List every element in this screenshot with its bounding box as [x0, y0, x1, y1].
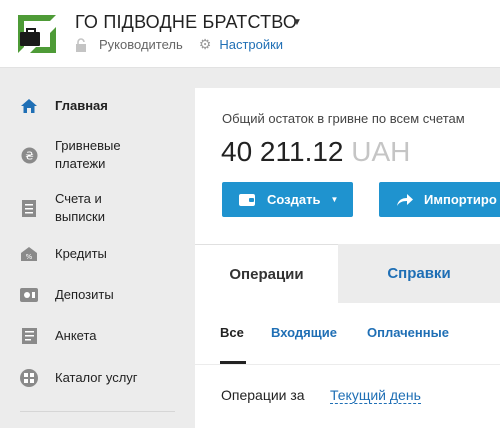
sidebar-item-label: Депозиты — [55, 287, 114, 302]
sidebar-item-label: Гривневые платежи — [55, 138, 121, 171]
gear-icon[interactable]: ⚙ — [199, 36, 212, 53]
create-button-label: Создать — [267, 192, 321, 207]
tabs-bar: Справки Операции — [195, 244, 500, 303]
period-selector[interactable]: Текущий день — [330, 387, 421, 404]
sidebar-item-credits[interactable]: % Кредиты — [0, 245, 180, 263]
balance-currency: UAH — [351, 136, 411, 167]
create-button[interactable]: Создать ▼ — [222, 182, 353, 217]
filter-all[interactable]: Все — [220, 325, 244, 340]
organization-title[interactable]: ГО ПІДВОДНЕ БРАТСТВО — [75, 12, 297, 33]
tab-operations[interactable]: Операции — [195, 244, 338, 303]
home-icon — [20, 97, 38, 115]
chevron-down-icon[interactable]: ▼ — [292, 17, 302, 28]
sidebar-item-label: Анкета — [55, 328, 97, 343]
briefcase-icon — [20, 28, 40, 46]
sidebar-item-deposits[interactable]: Депозиты — [0, 286, 180, 304]
operations-filters: Все Входящие Оплаченные — [195, 303, 500, 365]
chevron-down-icon: ▼ — [330, 195, 339, 204]
sidebar-item-label: Счета и выписки — [55, 191, 106, 224]
filter-paid[interactable]: Оплаченные — [367, 325, 449, 340]
deposit-icon — [20, 286, 38, 304]
filter-incoming[interactable]: Входящие — [271, 325, 337, 340]
import-button-label: Импортиро — [424, 192, 497, 207]
sidebar: Главная ₴ Гривневые платежи Счета и выпи… — [0, 69, 180, 428]
document-icon — [20, 199, 38, 217]
wallet-icon — [239, 193, 257, 207]
sidebar-item-accounts[interactable]: Счета и выписки — [0, 190, 180, 226]
import-button[interactable]: Импортиро — [379, 182, 500, 217]
svg-text:₴: ₴ — [25, 149, 34, 162]
active-filter-underline — [220, 361, 246, 364]
settings-link[interactable]: Настройки — [219, 37, 283, 52]
sidebar-item-label: Каталог услуг — [55, 370, 138, 385]
sidebar-item-catalog[interactable]: Каталог услуг — [0, 369, 180, 387]
balance-value: 40 211.12 — [221, 136, 344, 167]
svg-text:%: % — [26, 253, 33, 261]
header-subrow: Руководитель ⚙ Настройки — [75, 36, 283, 53]
sidebar-item-label: Главная — [55, 98, 108, 113]
unlock-icon — [75, 37, 89, 52]
app-header: ГО ПІДВОДНЕ БРАТСТВО ▼ Руководитель ⚙ На… — [0, 0, 500, 68]
tab-label: Справки — [387, 265, 451, 282]
form-icon — [20, 327, 38, 345]
share-arrow-icon — [396, 193, 414, 207]
period-row: Операции за Текущий день — [195, 366, 500, 428]
balance-amount: 40 211.12 UAH — [221, 136, 410, 168]
sidebar-item-home[interactable]: Главная — [0, 97, 180, 115]
company-logo[interactable] — [18, 15, 56, 53]
sidebar-item-hryvnia-payments[interactable]: ₴ Гривневые платежи — [0, 137, 180, 173]
catalog-icon — [20, 369, 38, 387]
hryvnia-icon: ₴ — [20, 146, 38, 164]
credit-house-icon: % — [20, 245, 38, 263]
sidebar-item-label: Кредиты — [55, 246, 107, 261]
tab-references[interactable]: Справки — [338, 244, 500, 303]
sidebar-item-questionnaire[interactable]: Анкета — [0, 327, 180, 345]
period-label: Операции за — [221, 387, 305, 403]
user-role: Руководитель — [99, 37, 183, 52]
balance-label: Общий остаток в гривне по всем счетам — [222, 111, 465, 126]
tab-label: Операции — [229, 265, 304, 283]
sidebar-divider — [20, 411, 175, 412]
